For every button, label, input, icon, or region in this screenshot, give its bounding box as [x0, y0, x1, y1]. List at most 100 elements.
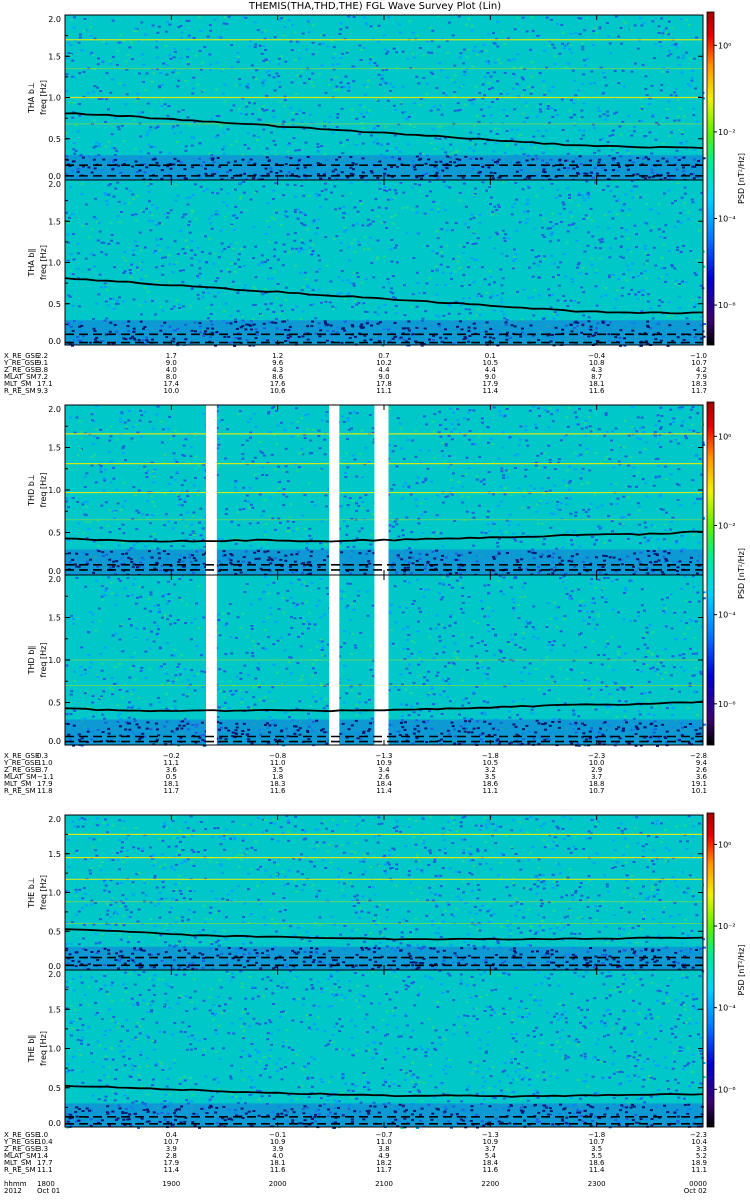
spectrogram-panel-thd: 0.00.51.01.52.0THD b⊥ freq [Hz]	[27, 404, 706, 577]
speckle-pixel	[264, 49, 268, 51]
speckle-pixel	[644, 441, 648, 444]
speckle-pixel	[502, 108, 506, 111]
band-pixel	[223, 554, 227, 557]
speckle-pixel	[501, 30, 505, 33]
band-pixel	[342, 327, 345, 330]
speckle-pixel	[196, 275, 199, 277]
band-pixel	[277, 551, 281, 554]
speckle-pixel	[620, 515, 624, 518]
speckle-pixel	[677, 119, 681, 122]
speckle-pixel	[261, 541, 265, 544]
speckle-pixel	[282, 469, 286, 472]
speckle-pixel	[676, 246, 680, 249]
speckle-pixel	[152, 72, 156, 75]
speckle-pixel	[536, 129, 540, 132]
band-pixel	[169, 167, 173, 170]
speckle-pixel	[91, 54, 95, 57]
speckle-pixel	[290, 435, 294, 438]
speckle-pixel	[249, 431, 253, 434]
speckle-pixel	[459, 52, 463, 55]
speckle-pixel	[551, 420, 555, 423]
speckle-pixel	[602, 113, 606, 116]
speckle-pixel	[341, 52, 345, 55]
speckle-pixel	[450, 423, 454, 426]
band-pixel	[343, 329, 346, 332]
speckle-pixel	[364, 446, 368, 449]
speckle-pixel	[398, 23, 402, 26]
speckle-pixel	[425, 194, 429, 197]
speckle-pixel	[353, 251, 357, 254]
speckle-pixel	[90, 51, 94, 54]
speckle-pixel	[225, 204, 229, 207]
speckle-pixel	[198, 16, 202, 19]
band-pixel	[589, 171, 593, 174]
speckle-pixel	[217, 443, 221, 446]
band-pixel	[365, 565, 369, 568]
speckle-pixel	[324, 300, 328, 303]
speckle-pixel	[145, 500, 149, 503]
speckle-pixel	[146, 185, 150, 188]
speckle-pixel	[221, 537, 224, 540]
speckle-pixel	[137, 268, 140, 271]
speckle-pixel	[128, 269, 132, 271]
speckle-pixel	[152, 472, 156, 475]
speckle-pixel	[427, 51, 431, 54]
speckle-pixel	[581, 45, 585, 48]
speckle-pixel	[466, 241, 469, 244]
speckle-pixel	[76, 130, 80, 133]
speckle-pixel	[552, 513, 556, 516]
speckle-pixel	[176, 253, 180, 256]
speckle-pixel	[124, 259, 128, 262]
speckle-pixel	[114, 604, 118, 607]
band-pixel	[657, 559, 661, 562]
speckle-pixel	[651, 113, 655, 116]
band-pixel	[506, 552, 509, 554]
speckle-pixel	[621, 69, 625, 72]
speckle-pixel	[670, 43, 674, 46]
speckle-pixel	[439, 104, 443, 107]
speckle-pixel	[263, 29, 267, 32]
speckle-pixel	[252, 225, 256, 228]
speckle-pixel	[489, 75, 493, 78]
speckle-pixel	[687, 218, 691, 221]
speckle-pixel	[319, 542, 323, 545]
speckle-pixel	[676, 56, 680, 59]
speckle-pixel	[198, 260, 202, 263]
speckle-pixel	[71, 116, 75, 119]
speckle-pixel	[669, 94, 673, 97]
speckle-pixel	[153, 538, 157, 541]
component-label: THA b∥	[27, 249, 36, 278]
speckle-pixel	[352, 80, 356, 83]
band-pixel	[204, 173, 208, 175]
speckle-pixel	[478, 214, 482, 216]
speckle-pixel	[424, 497, 428, 500]
speckle-pixel	[690, 79, 694, 82]
speckle-pixel	[480, 531, 484, 534]
speckle-pixel	[525, 104, 529, 107]
speckle-pixel	[542, 317, 545, 320]
band-pixel	[549, 568, 553, 571]
speckle-pixel	[528, 662, 532, 665]
speckle-pixel	[437, 45, 441, 48]
speckle-pixel	[392, 104, 396, 107]
band-pixel	[601, 566, 605, 568]
speckle-pixel	[171, 71, 175, 74]
speckle-pixel	[343, 230, 346, 233]
speckle-pixel	[302, 112, 306, 114]
speckle-pixel	[122, 300, 125, 303]
speckle-pixel	[562, 575, 566, 578]
speckle-pixel	[636, 47, 640, 50]
speckle-pixel	[605, 455, 609, 458]
speckle-pixel	[653, 431, 657, 434]
speckle-pixel	[78, 36, 82, 39]
speckle-pixel	[549, 18, 553, 21]
speckle-pixel	[368, 62, 372, 65]
speckle-pixel	[282, 17, 286, 20]
speckle-pixel	[692, 107, 696, 110]
speckle-pixel	[297, 466, 301, 469]
speckle-pixel	[559, 439, 563, 442]
speckle-pixel	[440, 450, 444, 453]
band-pixel	[445, 167, 449, 170]
speckle-pixel	[203, 671, 207, 674]
speckle-pixel	[145, 513, 149, 516]
